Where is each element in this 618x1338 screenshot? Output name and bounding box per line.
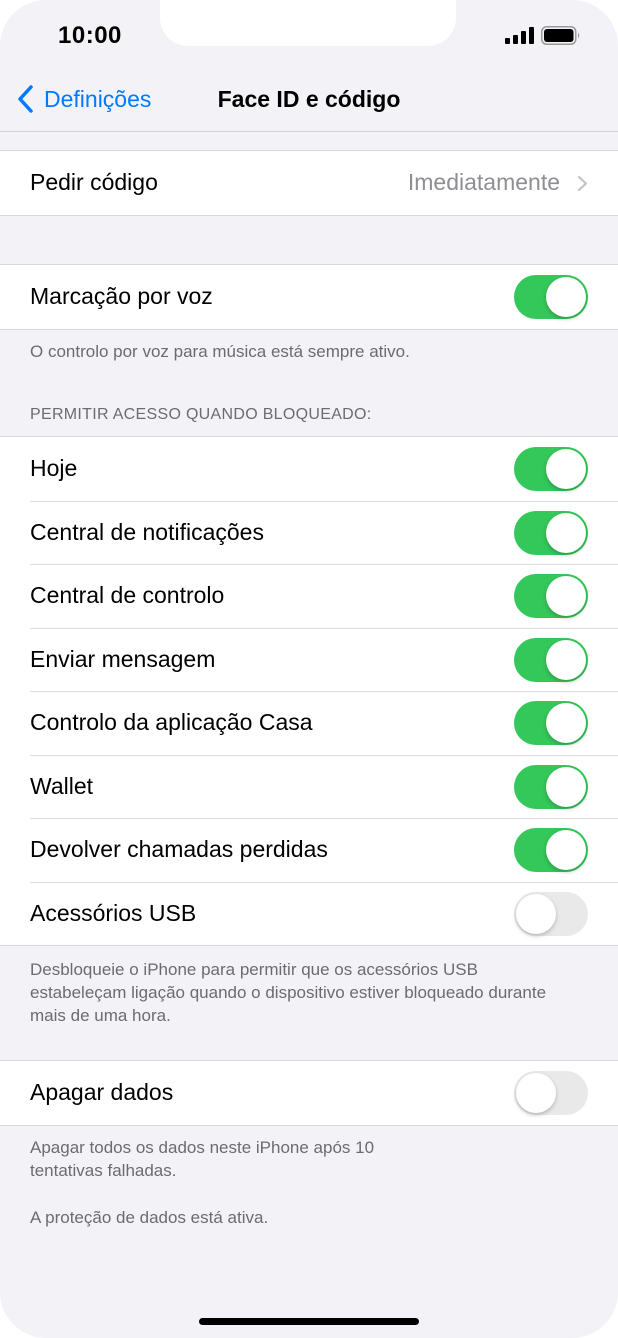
notification-center-row: Central de notificações	[0, 500, 618, 565]
today-label: Hoje	[30, 455, 78, 482]
notification-center-toggle[interactable]	[514, 510, 588, 555]
control-center-toggle[interactable]	[514, 574, 588, 618]
home-control-label: Controlo da aplicação Casa	[30, 709, 313, 736]
send-message-toggle[interactable]	[514, 637, 588, 682]
chevron-right-icon	[577, 175, 588, 192]
locked-access-group: Hoje Central de notificações Central de …	[0, 436, 618, 946]
require-passcode-label: Pedir código	[30, 169, 158, 196]
toggle-knob	[546, 830, 586, 870]
usb-accessories-row: Acessórios USB	[0, 881, 618, 946]
toggle-knob	[516, 1073, 556, 1113]
today-toggle[interactable]	[514, 447, 588, 491]
return-missed-calls-label: Devolver chamadas perdidas	[30, 836, 328, 863]
passcode-group: Pedir código Imediatamente	[0, 150, 618, 216]
data-protection-note: A proteção de dados está ativa.	[30, 1208, 269, 1227]
require-passcode-value: Imediatamente	[407, 169, 560, 196]
erase-data-label: Apagar dados	[30, 1079, 174, 1106]
voice-note: O controlo por voz para música está semp…	[30, 342, 410, 361]
usb-note: Desbloqueie o iPhone para permitir que o…	[30, 960, 547, 1025]
erase-data-toggle[interactable]	[514, 1071, 588, 1115]
notification-center-label: Central de notificações	[30, 518, 264, 545]
send-message-label: Enviar mensagem	[30, 645, 216, 672]
usb-accessories-toggle[interactable]	[514, 891, 588, 936]
toggle-knob	[546, 512, 586, 553]
toggle-knob	[516, 893, 556, 934]
voice-dial-toggle[interactable]	[514, 275, 588, 319]
home-control-row: Controlo da aplicação Casa	[0, 691, 618, 755]
status-bar: 10:00	[0, 0, 618, 64]
locked-access-header: PERMITIR ACESSO QUANDO BLOQUEADO:	[30, 406, 372, 423]
toggle-knob	[546, 277, 586, 317]
control-center-row: Central de controlo	[0, 564, 618, 628]
toggle-knob	[546, 639, 586, 680]
notch	[160, 0, 456, 46]
wallet-toggle[interactable]	[514, 764, 588, 809]
control-center-label: Central de controlo	[30, 582, 225, 609]
today-row: Hoje	[0, 437, 618, 501]
wallet-row: Wallet	[0, 754, 618, 819]
require-passcode-row[interactable]: Pedir código Imediatamente	[0, 151, 618, 215]
return-missed-calls-row: Devolver chamadas perdidas	[0, 818, 618, 882]
voice-dial-row: Marcação por voz	[0, 265, 618, 329]
erase-note: Apagar todos os dados neste iPhone após …	[30, 1138, 375, 1180]
home-control-toggle[interactable]	[514, 701, 588, 745]
send-message-row: Enviar mensagem	[0, 627, 618, 692]
erase-data-row: Apagar dados	[0, 1061, 618, 1125]
usb-accessories-label: Acessórios USB	[30, 899, 197, 926]
settings-screen: 10:00 Definições Face ID e código Pedir …	[0, 0, 618, 1338]
cellular-signal-icon	[505, 27, 534, 44]
return-missed-calls-toggle[interactable]	[514, 828, 588, 872]
home-indicator[interactable]	[199, 1318, 419, 1325]
toggle-knob	[546, 449, 586, 489]
toggle-knob	[546, 576, 586, 616]
voice-dial-label: Marcação por voz	[30, 283, 213, 310]
erase-group: Apagar dados	[0, 1060, 618, 1126]
navigation-bar: Definições Face ID e código	[0, 64, 618, 132]
status-time: 10:00	[58, 22, 122, 49]
battery-icon	[541, 26, 580, 45]
toggle-knob	[546, 766, 586, 807]
page-title: Face ID e código	[217, 86, 401, 112]
voice-group: Marcação por voz	[0, 264, 618, 330]
toggle-knob	[546, 703, 586, 743]
wallet-label: Wallet	[30, 772, 94, 799]
